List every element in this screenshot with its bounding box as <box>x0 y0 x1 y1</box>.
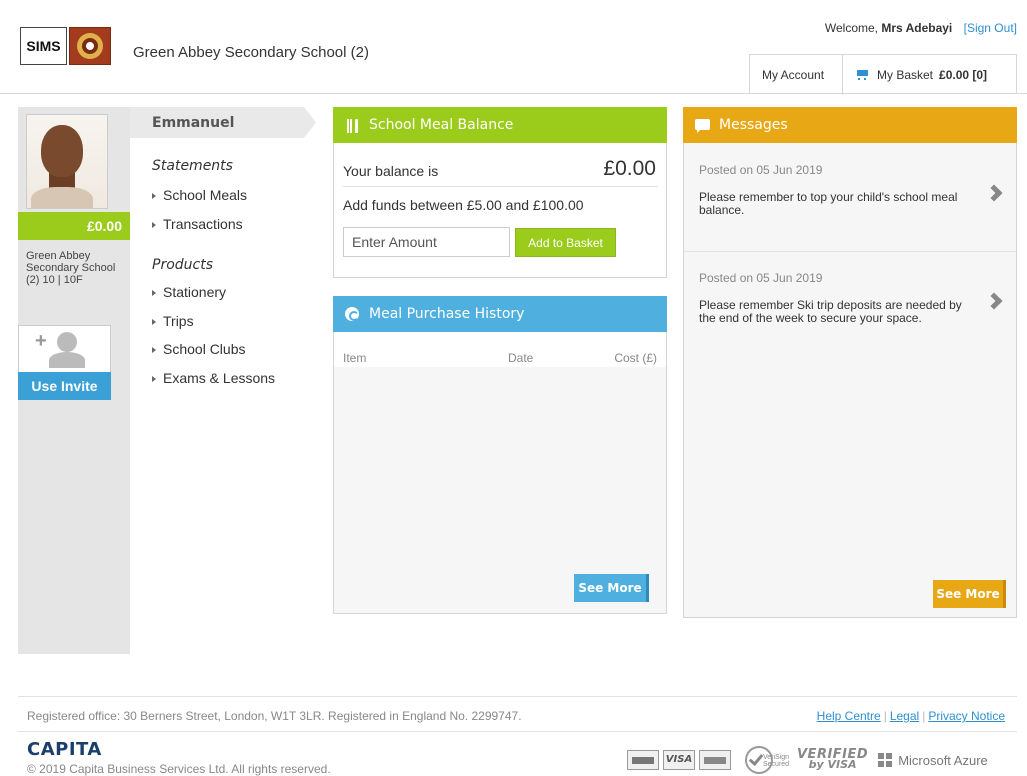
funds-range-text: Add funds between £5.00 and £100.00 <box>343 197 584 213</box>
verisign-secured-logo: VeriSign Secured <box>745 746 790 774</box>
copyright-text: © 2019 Capita Business Services Ltd. All… <box>27 762 331 776</box>
chevron-right-icon[interactable] <box>985 184 1003 202</box>
meal-history-title: Meal Purchase History <box>369 306 525 322</box>
messages-header: Messages <box>683 107 1017 143</box>
welcome-prefix: Welcome, <box>824 21 882 35</box>
person-icon <box>57 332 77 352</box>
welcome-text: Welcome, Mrs Adebayi [Sign Out] <box>825 21 1017 35</box>
balance-amount: £0.00 <box>603 157 656 180</box>
nav-item-exams-lessons[interactable]: Exams & Lessons <box>152 370 275 386</box>
footer-divider <box>18 731 1017 732</box>
message-item[interactable]: Posted on 05 Jun 2019 Please remember Sk… <box>684 261 1016 360</box>
mastercard-logo <box>627 750 659 770</box>
nav-item-school-meals[interactable]: School Meals <box>152 187 247 203</box>
products-heading: Products <box>152 257 214 273</box>
legal-link[interactable]: Legal <box>890 709 919 723</box>
registered-office-text: Registered office: 30 Berners Street, Lo… <box>27 709 522 723</box>
message-text: Please remember Ski trip deposits are ne… <box>699 298 962 325</box>
account-bar: My Account My Basket £0.00 [0] <box>749 54 1017 95</box>
payment-logos: VISA VeriSign Secured VERIFIED by VISA M… <box>627 746 988 774</box>
caret-right-icon <box>152 347 156 353</box>
balance-label: Your balance is <box>343 163 439 179</box>
microsoft-azure-logo: Microsoft Azure <box>878 753 988 768</box>
azure-label: Microsoft Azure <box>898 752 988 768</box>
visa-logo: VISA <box>663 750 695 770</box>
verisign-label: VeriSign Secured <box>763 754 790 768</box>
meal-balance-panel: School Meal Balance Your balance is £0.0… <box>333 107 667 278</box>
child-photo[interactable] <box>26 114 108 209</box>
caret-right-icon <box>152 376 156 382</box>
column-header-cost: Cost (£) <box>614 351 657 365</box>
message-date: Posted on 05 Jun 2019 <box>699 163 823 177</box>
caret-right-icon <box>152 193 156 199</box>
caret-right-icon <box>152 222 156 228</box>
nav-item-stationery[interactable]: Stationery <box>152 284 226 300</box>
basket-amount: £0.00 [0] <box>939 68 988 82</box>
messages-panel: Messages Posted on 05 Jun 2019 Please re… <box>683 107 1017 618</box>
history-see-more-button[interactable]: See More <box>574 574 649 602</box>
basket-icon <box>855 69 869 81</box>
use-invite-card[interactable]: + Use Invite <box>18 325 111 400</box>
user-name: Mrs Adebayi <box>881 21 953 35</box>
privacy-notice-link[interactable]: Privacy Notice <box>928 709 1005 723</box>
help-centre-link[interactable]: Help Centre <box>817 709 881 723</box>
divider <box>343 186 658 187</box>
my-basket-link[interactable]: My Basket £0.00 [0] <box>843 55 999 95</box>
chevron-right-icon[interactable] <box>985 292 1003 310</box>
statements-heading: Statements <box>152 158 233 174</box>
capita-logo: CAPITA <box>27 739 102 760</box>
messages-see-more-button[interactable]: See More <box>933 580 1006 608</box>
chat-bubble-icon <box>695 119 710 133</box>
column-header-date: Date <box>508 351 534 365</box>
column-header-item: Item <box>343 351 367 365</box>
school-crest-logo <box>69 27 111 65</box>
sims-logo: SIMS <box>20 27 67 65</box>
fork-knife-icon <box>347 119 359 133</box>
child-name: Emmanuel <box>152 115 235 131</box>
copyright-coin-icon <box>345 307 359 321</box>
message-date: Posted on 05 Jun 2019 <box>699 271 823 285</box>
my-account-link[interactable]: My Account <box>750 55 843 95</box>
child-balance: £0.00 <box>18 212 130 240</box>
footer-divider <box>18 696 1017 697</box>
add-to-basket-button[interactable]: Add to Basket <box>515 228 616 257</box>
maestro-logo <box>699 750 731 770</box>
messages-title: Messages <box>719 117 788 133</box>
school-name: Green Abbey Secondary School (2) <box>133 44 369 61</box>
my-basket-label: My Basket <box>877 68 934 82</box>
meal-balance-header: School Meal Balance <box>333 107 667 143</box>
nav-item-trips[interactable]: Trips <box>152 313 194 329</box>
meal-balance-title: School Meal Balance <box>369 117 514 133</box>
header: SIMS Green Abbey Secondary School (2) We… <box>0 0 1027 95</box>
verified-by-visa-logo: VERIFIED by VISA <box>797 748 868 770</box>
message-item[interactable]: Posted on 05 Jun 2019 Please remember to… <box>684 153 1016 252</box>
nav-item-school-clubs[interactable]: School Clubs <box>152 341 246 357</box>
windows-icon <box>878 753 893 767</box>
caret-right-icon <box>152 290 156 296</box>
add-icon: + <box>35 330 47 352</box>
history-column-headers: Item Date Cost (£) <box>334 347 666 367</box>
footer-links: Help Centre | Legal | Privacy Notice <box>816 709 1005 723</box>
meal-history-header: Meal Purchase History <box>333 296 667 332</box>
meal-history-panel: Meal Purchase History Item Date Cost (£)… <box>333 296 667 614</box>
use-invite-button[interactable]: Use Invite <box>18 372 111 400</box>
sign-out-link[interactable]: [Sign Out] <box>964 21 1017 35</box>
child-school-info: Green Abbey Secondary School (2) 10 | 10… <box>26 250 116 286</box>
amount-input[interactable] <box>343 227 510 257</box>
nav-item-transactions[interactable]: Transactions <box>152 216 243 232</box>
message-text: Please remember to top your child's scho… <box>699 190 958 217</box>
caret-right-icon <box>152 319 156 325</box>
